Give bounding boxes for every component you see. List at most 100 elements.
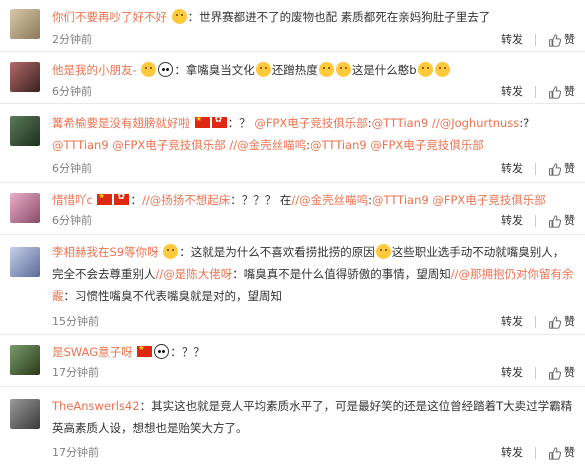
- mention-link[interactable]: @FPX电子竞技俱乐部: [370, 138, 483, 152]
- mention-link[interactable]: @TTTian9: [310, 138, 367, 152]
- username-link[interactable]: 李相赫我在S9等你呀: [52, 245, 159, 259]
- repost-button[interactable]: 转发: [501, 365, 523, 381]
- divider: [535, 447, 536, 459]
- divider: [535, 34, 536, 46]
- comment-text: ：习惯性嘴臭不代表嘴臭就是对的，望周知: [63, 289, 283, 303]
- like-button[interactable]: 赞: [548, 365, 575, 381]
- comment-text: ：？？？ 在: [230, 193, 292, 207]
- mention-link[interactable]: //@扬扬不想起床: [142, 193, 230, 207]
- divider: [535, 86, 536, 98]
- like-label: 赞: [564, 33, 575, 46]
- comment-item: 你们不要再吵了好不好 ：世界赛都进不了的废物也配 素质都死在亲妈狗肚子里去了 2…: [0, 0, 585, 52]
- comment-item: 李相赫我在S9等你呀 ：这就是为什么不喜欢看捞批捞的原因 这些职业选手动不动就嘴臭…: [0, 235, 585, 335]
- china-flag-icon: [97, 191, 113, 205]
- china-flag-icon: [137, 343, 153, 357]
- thumbs-up-icon: [549, 214, 561, 228]
- mention-link[interactable]: @TTTian9: [52, 138, 109, 152]
- comment-text: ：: [130, 193, 142, 207]
- comment-text: ：？: [227, 116, 251, 130]
- username-link[interactable]: 惜惜吖c: [52, 193, 93, 207]
- username-link[interactable]: TheAnswerls42: [52, 399, 140, 413]
- like-label: 赞: [564, 366, 575, 379]
- emoji-icon: [255, 62, 271, 77]
- like-button[interactable]: 赞: [548, 314, 575, 330]
- divider: [535, 215, 536, 227]
- timestamp: 2分钟前: [52, 33, 92, 46]
- like-label: 赞: [564, 214, 575, 227]
- timestamp: 6分钟前: [52, 214, 92, 227]
- mention-link[interactable]: @FPX电子竞技俱乐部: [254, 116, 367, 130]
- comment-text: 这是什么憨b: [351, 63, 417, 77]
- like-button[interactable]: 赞: [548, 32, 575, 48]
- hong-kong-flag-icon: [114, 192, 130, 205]
- comment-item: 惜惜吖c ：//@扬扬不想起床：？？？ 在//@金壳丝喵呜:@TTTian9 @…: [0, 183, 585, 235]
- emoji-icon: [318, 62, 334, 77]
- username-link[interactable]: 你们不要再吵了好不好: [52, 10, 167, 24]
- repost-button[interactable]: 转发: [501, 161, 523, 177]
- divider: [535, 163, 536, 175]
- avatar[interactable]: [10, 193, 40, 223]
- like-button[interactable]: 赞: [548, 213, 575, 229]
- repost-button[interactable]: 转发: [501, 32, 523, 48]
- username-link[interactable]: 是SWAG意子呀: [52, 345, 133, 359]
- mention-link[interactable]: @FPX电子竞技俱乐部: [112, 138, 225, 152]
- avatar[interactable]: [10, 9, 40, 39]
- repost-button[interactable]: 转发: [501, 314, 523, 330]
- repost-button[interactable]: 转发: [501, 213, 523, 229]
- emoji-icon: [375, 244, 391, 259]
- mention-link[interactable]: //@Joghurtnuss: [432, 116, 519, 130]
- like-button[interactable]: 赞: [548, 161, 575, 177]
- comment-text: ：？？: [170, 345, 205, 359]
- comment-text: ：世界赛都进不了的废物也配 素质都死在亲妈狗肚子里去了: [187, 10, 491, 24]
- hong-kong-flag-icon: [211, 115, 227, 128]
- mention-link[interactable]: @TTTian9: [372, 116, 429, 130]
- comment-text: ：这就是为什么不喜欢看捞批捞的原因: [179, 245, 375, 259]
- divider: [535, 367, 536, 379]
- username-link[interactable]: 篝希榆要是没有翅膀就好啦: [52, 116, 190, 130]
- thumbs-up-icon: [549, 446, 561, 460]
- like-label: 赞: [564, 162, 575, 175]
- thumbs-up-icon: [549, 366, 561, 380]
- emoji-icon: [171, 9, 187, 24]
- emoji-icon: [417, 62, 433, 77]
- thumbs-up-icon: [549, 315, 561, 329]
- mention-link[interactable]: //@是陈大佬呀: [156, 267, 233, 281]
- emoji-icon: [141, 62, 157, 77]
- avatar[interactable]: [10, 345, 40, 375]
- divider: [535, 316, 536, 328]
- china-flag-icon: [194, 114, 210, 128]
- thumbs-up-icon: [549, 85, 561, 99]
- mention-link[interactable]: @FPX电子竞技俱乐部: [432, 193, 545, 207]
- avatar[interactable]: [10, 247, 40, 277]
- like-label: 赞: [564, 315, 575, 328]
- avatar[interactable]: [10, 62, 40, 92]
- avatar[interactable]: [10, 399, 40, 429]
- avatar[interactable]: [10, 116, 40, 146]
- timestamp: 17分钟前: [52, 446, 99, 459]
- panda-icon: [154, 344, 170, 359]
- comment-text: 拿嘴臭当文化: [185, 63, 255, 77]
- thumbs-up-icon: [549, 162, 561, 176]
- like-label: 赞: [564, 85, 575, 98]
- timestamp: 6分钟前: [52, 85, 92, 98]
- comment-item: TheAnswerls42：其实这也就是竞人平均素质水平了，可是最好笑的还是这位…: [0, 387, 585, 468]
- timestamp: 17分钟前: [52, 366, 99, 379]
- mention-link[interactable]: //@金壳丝喵呜: [229, 138, 306, 152]
- comment-text: 还蹭热度: [271, 63, 318, 77]
- username-link[interactable]: 他是我的小朋友-: [52, 63, 137, 77]
- emoji-icon: [434, 62, 450, 77]
- mention-link[interactable]: //@金壳丝喵呜: [291, 193, 368, 207]
- like-button[interactable]: 赞: [548, 84, 575, 100]
- like-button[interactable]: 赞: [548, 445, 575, 461]
- emoji-icon: [163, 244, 179, 259]
- timestamp: 15分钟前: [52, 315, 99, 328]
- repost-button[interactable]: 转发: [501, 84, 523, 100]
- like-label: 赞: [564, 446, 575, 459]
- thumbs-up-icon: [549, 33, 561, 47]
- comment-item: 是SWAG意子呀 ：？？ 17分钟前 转发 赞: [0, 335, 585, 387]
- comment-item: 他是我的小朋友- ：拿嘴臭当文化 还蹭热度 这是什么憨b 6分钟前 转发 赞: [0, 52, 585, 104]
- repost-button[interactable]: 转发: [501, 445, 523, 461]
- comment-item: 篝希榆要是没有翅膀就好啦 ：？ @FPX电子竞技俱乐部:@TTTian9 //@…: [0, 104, 585, 183]
- mention-link[interactable]: @TTTian9: [372, 193, 429, 207]
- panda-icon: [158, 62, 174, 77]
